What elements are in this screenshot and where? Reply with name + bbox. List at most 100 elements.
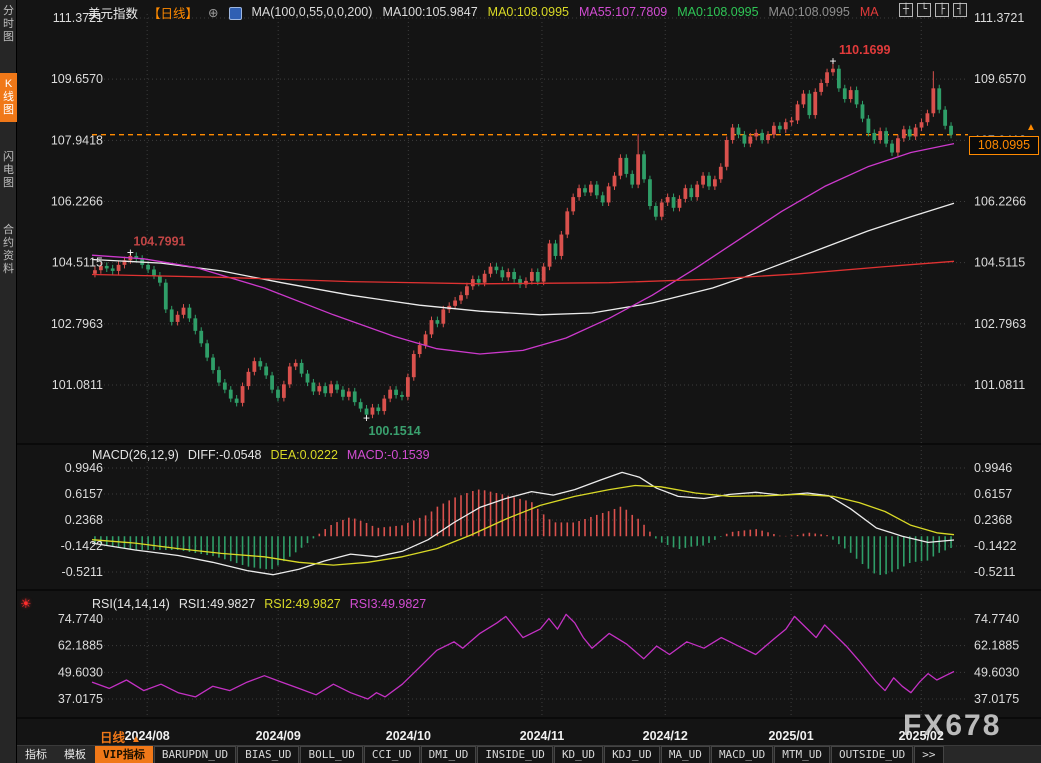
- price-annotation: 100.1514: [369, 424, 421, 438]
- macd-indicator-row: MACD(26,12,9)DIFF:-0.0548DEA:0.0222MACD:…: [92, 448, 430, 462]
- pane-left-axis-icon[interactable]: ├: [935, 3, 949, 17]
- date-label: 2024/10: [386, 729, 431, 743]
- indicator-layer: [92, 472, 954, 699]
- rsi-row-item-2: RSI2:49.9827: [264, 597, 340, 611]
- axis-label: 106.2266: [51, 194, 103, 208]
- extreme-marker-icon: +: [363, 411, 370, 425]
- sidebar-tab-2[interactable]: 闪电图: [0, 146, 17, 195]
- axis-label: 104.5115: [974, 256, 1025, 270]
- chart-canvas[interactable]: 111.3721111.3721109.6570109.6570107.9418…: [0, 0, 1041, 763]
- axis-label: 102.7963: [51, 317, 103, 331]
- header-item-3: MA(100,0,55,0,0,200): [252, 5, 373, 19]
- footer-tab-12[interactable]: MACD_UD: [711, 746, 773, 763]
- ma-line-MA200: [92, 261, 954, 284]
- axis-label: 49.6030: [58, 665, 103, 679]
- crosshair-icon[interactable]: ┼: [899, 3, 913, 17]
- watermark: FX678: [903, 709, 1001, 743]
- footer-tab-5[interactable]: BOLL_UD: [300, 746, 362, 763]
- footer-tab-15[interactable]: >>: [914, 746, 943, 763]
- axis-label: 106.2266: [974, 194, 1026, 208]
- axis-label: 101.0811: [52, 378, 103, 392]
- rsi-settings-icon[interactable]: ☀: [20, 596, 32, 612]
- candles-layer: [93, 61, 953, 418]
- footer-tab-9[interactable]: KD_UD: [554, 746, 603, 763]
- macd-row-item-2: DEA:0.0222: [270, 448, 337, 462]
- ma-lines-layer: [92, 144, 954, 354]
- price-annotation: 104.7991: [133, 234, 185, 248]
- pane-scale-icon[interactable]: └: [917, 3, 931, 17]
- footer-tab-8[interactable]: INSIDE_UD: [477, 746, 553, 763]
- axis-label: 104.5115: [52, 256, 103, 270]
- axis-label: 49.6030: [974, 665, 1019, 679]
- chart-toolbar: ┼ └ ├ ┤: [899, 3, 967, 17]
- extreme-marker-icon: +: [829, 54, 836, 68]
- axis-label: 62.1885: [58, 639, 103, 653]
- header-item-9: MA: [860, 5, 879, 19]
- header-item-4: MA100:105.9847: [382, 5, 477, 19]
- pane-right-axis-icon[interactable]: ┤: [953, 3, 967, 17]
- chart-style-icon[interactable]: [229, 7, 242, 20]
- price-annotation: 110.1699: [839, 43, 890, 57]
- footer-tab-1[interactable]: 模板: [56, 746, 94, 763]
- add-overlay-icon[interactable]: ⊕: [208, 5, 218, 20]
- macd-diff-line: [92, 472, 954, 574]
- axis-label: 0.6157: [974, 487, 1012, 501]
- axis-label: 101.0811: [974, 378, 1025, 392]
- axis-label: -0.5211: [974, 565, 1016, 579]
- sidebar-tab-1[interactable]: K线图: [0, 73, 17, 122]
- date-label: 2024/12: [643, 729, 688, 743]
- footer-tab-6[interactable]: CCI_UD: [364, 746, 420, 763]
- period-selector[interactable]: 日线 ▲: [100, 727, 141, 746]
- ma-line-MA100: [92, 203, 954, 315]
- rsi-row-item-3: RSI3:49.9827: [350, 597, 426, 611]
- axis-label: 109.6570: [51, 72, 103, 86]
- grid-layer: [17, 14, 1041, 718]
- header-item-8: MA0:108.0995: [769, 5, 850, 19]
- period-label: 日线: [100, 731, 125, 745]
- last-price-tag: 108.0995: [969, 136, 1039, 155]
- footer-tab-4[interactable]: BIAS_UD: [237, 746, 299, 763]
- header-item-5: MA0:108.0995: [488, 5, 569, 19]
- footer-tab-10[interactable]: KDJ_UD: [604, 746, 660, 763]
- date-label: 2025/01: [768, 729, 813, 743]
- rsi-indicator-row: RSI(14,14,14) RSI1:49.9827 RSI2:49.9827 RSI…: [92, 597, 426, 611]
- axis-label: -0.1422: [974, 539, 1016, 553]
- footer-tab-13[interactable]: MTM_UD: [774, 746, 830, 763]
- footer-tab-7[interactable]: DMI_UD: [421, 746, 477, 763]
- header-item-7: MA0:108.0995: [677, 5, 758, 19]
- rsi-line: [92, 614, 954, 699]
- sidebar-tab-0[interactable]: 分时图: [0, 0, 17, 49]
- date-label: 2024/09: [256, 729, 301, 743]
- header-item-0: 美元指数: [88, 3, 138, 22]
- sidebar-tab-3[interactable]: 合约资料: [0, 219, 17, 281]
- macd-row-item-1: DIFF:-0.0548: [188, 448, 262, 462]
- axis-label: 0.9946: [65, 461, 103, 475]
- rsi-row-item-1: RSI1:49.9827: [179, 597, 255, 611]
- footer-tab-3[interactable]: BARUPDN_UD: [154, 746, 236, 763]
- axis-label: 102.7963: [974, 317, 1026, 331]
- axis-label: 74.7740: [58, 612, 103, 626]
- rsi-row-item-0: RSI(14,14,14): [92, 597, 170, 611]
- macd-row-item-3: MACD:-0.1539: [347, 448, 430, 462]
- axis-label: -0.1422: [61, 539, 103, 553]
- ma-line-MA55: [92, 144, 954, 354]
- chart-header: 美元指数【日线】⊕MA(100,0,55,0,0,200)MA100:105.9…: [88, 3, 879, 21]
- date-label: 2024/11: [520, 729, 565, 743]
- footer-tab-2[interactable]: VIP指标: [95, 746, 153, 763]
- axis-label: 74.7740: [974, 612, 1019, 626]
- axis-label: 0.2368: [974, 513, 1012, 527]
- footer-tab-14[interactable]: OUTSIDE_UD: [831, 746, 913, 763]
- axis-label: 107.9418: [51, 133, 103, 147]
- axis-label: 111.3721: [974, 11, 1024, 25]
- axis-label: 109.6570: [974, 72, 1026, 86]
- indicator-tab-bar: 指标模板VIP指标BARUPDN_UDBIAS_UDBOLL_UDCCI_UDD…: [17, 745, 1041, 763]
- axis-label: 37.0175: [974, 692, 1019, 706]
- axis-label: 0.2368: [65, 513, 103, 527]
- period-up-arrow-icon: ▲: [131, 734, 141, 745]
- footer-tab-0[interactable]: 指标: [17, 746, 55, 763]
- footer-tab-11[interactable]: MA_UD: [661, 746, 710, 763]
- axis-label: 0.9946: [974, 461, 1012, 475]
- left-sidebar: 分时图 K线图闪电图合约资料: [0, 0, 17, 763]
- axis-label: 37.0175: [58, 692, 103, 706]
- trading-terminal: 分时图K线图闪电图合约资料 美元指数【日线】⊕MA(100,0,55,0,0,2…: [0, 0, 1041, 763]
